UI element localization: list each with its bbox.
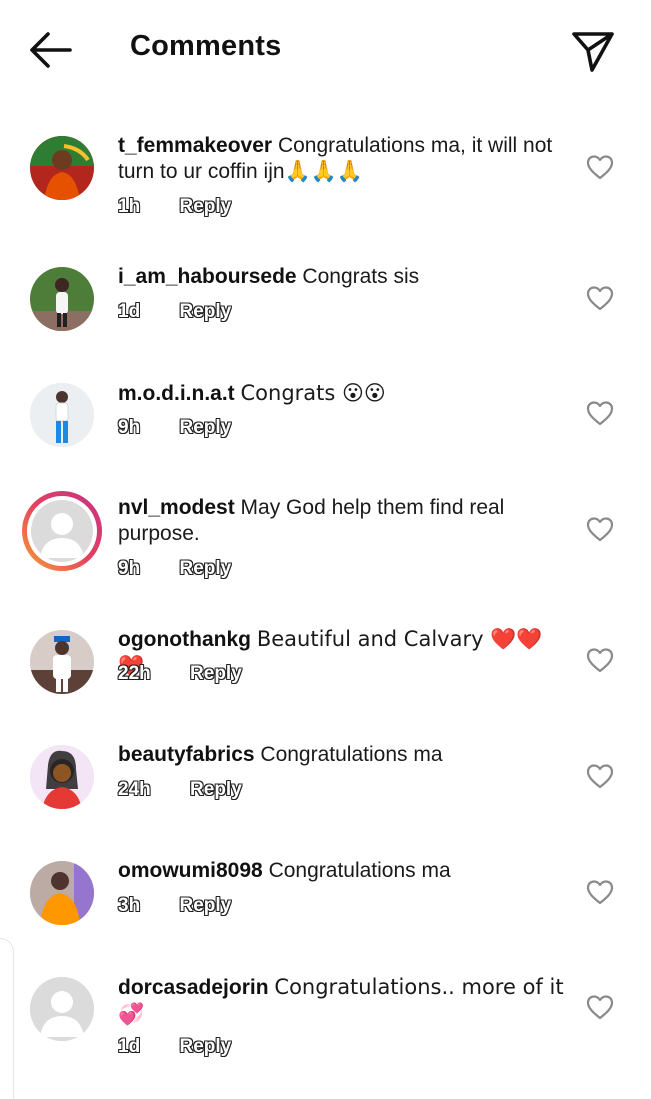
comment-username[interactable]: t_femmakeover <box>118 134 272 157</box>
like-button[interactable] <box>586 647 614 673</box>
heart-outline-icon <box>586 517 614 542</box>
avatar[interactable] <box>30 383 94 447</box>
avatar[interactable] <box>30 136 94 200</box>
avatar[interactable] <box>30 630 94 694</box>
reply-button[interactable]: Reply <box>179 895 231 917</box>
comment-username[interactable]: i_am_haboursede <box>118 265 297 288</box>
comment-username[interactable]: nvl_modest <box>118 496 235 519</box>
heart-outline-icon <box>586 401 614 426</box>
heart-outline-icon <box>586 880 614 905</box>
like-button[interactable] <box>586 879 614 905</box>
default-avatar-icon <box>30 977 94 1041</box>
reply-button[interactable]: Reply <box>179 301 231 323</box>
reply-button[interactable]: Reply <box>179 1036 231 1058</box>
like-button[interactable] <box>586 154 614 180</box>
comment-timestamp: 24h <box>118 779 151 800</box>
comment-username[interactable]: dorcasadejorin <box>118 976 269 999</box>
avatar[interactable] <box>30 977 94 1041</box>
back-button[interactable] <box>26 28 74 72</box>
like-button[interactable] <box>586 400 614 426</box>
comment-text: Congratulations ma <box>268 859 451 882</box>
avatar-story-ring[interactable] <box>22 491 102 571</box>
reply-button[interactable]: Reply <box>179 558 231 580</box>
comment-username[interactable]: beautyfabrics <box>118 743 255 766</box>
comment-text: Congratulations ma <box>260 743 443 766</box>
comment-timestamp: 3h <box>118 895 141 916</box>
avatar[interactable] <box>30 267 94 331</box>
comment-timestamp: 22h <box>118 663 151 684</box>
page-title: Comments <box>130 30 282 62</box>
header-bar: Comments <box>0 0 651 96</box>
comment-username[interactable]: ogonothankg <box>118 628 251 651</box>
default-avatar-icon <box>31 500 93 562</box>
comment-timestamp: 9h <box>118 558 141 579</box>
heart-outline-icon <box>586 155 614 180</box>
heart-outline-icon <box>586 764 614 789</box>
like-button[interactable] <box>586 516 614 542</box>
comment-timestamp: 1h <box>118 196 141 217</box>
comment-timestamp: 1d <box>118 301 141 322</box>
reply-button[interactable]: Reply <box>179 417 231 439</box>
like-button[interactable] <box>586 994 614 1020</box>
paper-plane-icon <box>572 32 614 72</box>
comment-username[interactable]: m.o.d.i.n.a.t <box>118 382 235 405</box>
reply-button[interactable]: Reply <box>190 779 242 801</box>
reply-button[interactable]: Reply <box>179 196 231 218</box>
comment-timestamp: 9h <box>118 417 141 438</box>
overlay-edge <box>0 938 14 1099</box>
comment-username[interactable]: omowumi8098 <box>118 859 263 882</box>
reply-button[interactable]: Reply <box>190 663 242 685</box>
heart-outline-icon <box>586 648 614 673</box>
avatar[interactable] <box>30 861 94 925</box>
arrow-left-icon <box>30 32 72 68</box>
like-button[interactable] <box>586 285 614 311</box>
heart-outline-icon <box>586 995 614 1020</box>
comment-text: Congrats 😮😮 <box>240 381 386 405</box>
avatar[interactable] <box>30 745 94 809</box>
heart-outline-icon <box>586 286 614 311</box>
share-button[interactable] <box>568 26 618 74</box>
like-button[interactable] <box>586 763 614 789</box>
comment-text: Congrats sis <box>302 265 420 288</box>
comment-timestamp: 1d <box>118 1036 141 1057</box>
